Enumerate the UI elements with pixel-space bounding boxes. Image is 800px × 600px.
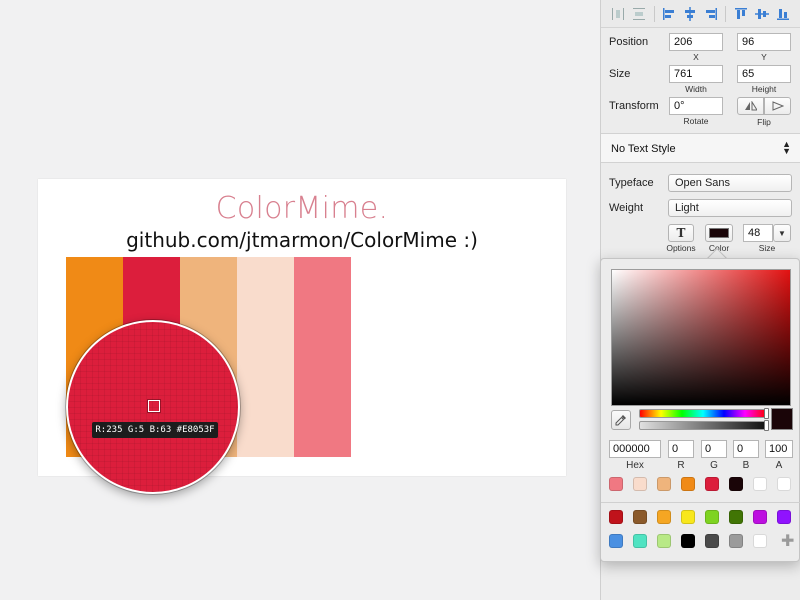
color-preset-chip[interactable]: [705, 477, 719, 491]
artboard-title-text[interactable]: ColorMime.: [38, 191, 566, 226]
hue-slider[interactable]: [639, 409, 767, 418]
flip-vertical-icon: [772, 101, 784, 111]
flip-horizontal-button[interactable]: [737, 97, 764, 115]
green-input[interactable]: 0: [701, 440, 727, 458]
color-preset-chip[interactable]: [705, 534, 719, 548]
position-x-input[interactable]: 206: [669, 33, 723, 51]
flip-caption: Flip: [757, 117, 771, 127]
blue-caption: B: [742, 460, 750, 471]
rotate-input[interactable]: 0°: [669, 97, 723, 115]
position-x-caption: X: [693, 52, 699, 62]
alpha-caption: A: [775, 460, 783, 471]
color-preset-chip[interactable]: [657, 534, 671, 548]
width-caption: Width: [685, 84, 707, 94]
font-size-dropdown-button[interactable]: ▼: [773, 224, 791, 242]
color-preset-chip[interactable]: [729, 534, 743, 548]
rotate-caption: Rotate: [683, 116, 709, 126]
preset-divider: [601, 502, 800, 503]
hex-caption: Hex: [626, 460, 644, 471]
alpha-slider[interactable]: [639, 421, 767, 430]
color-preset-chip[interactable]: [753, 510, 767, 524]
height-input[interactable]: 65: [737, 65, 791, 83]
color-preset-chip[interactable]: [633, 534, 647, 548]
saturation-brightness-field[interactable]: [611, 269, 791, 406]
current-color-preview: [771, 408, 793, 430]
blue-input[interactable]: 0: [733, 440, 759, 458]
text-options-icon: T: [676, 226, 686, 240]
typeface-select[interactable]: Open Sans: [668, 174, 792, 192]
color-magnifier-loupe: R:235 G:5 B:63 #E8053F: [66, 320, 240, 494]
align-center-horizontal-icon[interactable]: [681, 4, 700, 24]
weight-label: Weight: [609, 202, 644, 214]
typeface-label: Typeface: [609, 177, 654, 189]
artboard-subtitle-text[interactable]: github.com/jtmarmon/ColorMime :): [38, 228, 566, 252]
eyedropper-icon: [615, 415, 626, 426]
distribute-vertical-icon[interactable]: [630, 4, 649, 24]
color-preset-chip[interactable]: [681, 534, 695, 548]
text-style-dropdown[interactable]: No Text Style ▲ ▼: [601, 133, 800, 163]
options-caption: Options: [666, 243, 696, 253]
color-preset-chip[interactable]: [633, 477, 647, 491]
green-caption: G: [710, 460, 718, 471]
color-preset-chip[interactable]: [633, 510, 647, 524]
swatch-pink[interactable]: [294, 257, 351, 457]
color-picker-popover: 000000 0 0 0 100 Hex R G B A ✚: [600, 258, 800, 562]
red-caption: R: [677, 460, 685, 471]
width-input[interactable]: 761: [669, 65, 723, 83]
hex-input[interactable]: 000000: [609, 440, 661, 458]
position-y-input[interactable]: 96: [737, 33, 791, 51]
color-preset-chip[interactable]: [609, 534, 623, 548]
text-color-well[interactable]: [705, 224, 733, 242]
add-color-icon[interactable]: ✚: [781, 534, 794, 550]
color-preset-chip[interactable]: [681, 477, 695, 491]
color-preset-chip[interactable]: [729, 477, 743, 491]
alpha-input[interactable]: 100: [765, 440, 793, 458]
transform-label: Transform: [609, 100, 659, 112]
align-right-icon[interactable]: [701, 4, 720, 24]
chevron-down-icon: ▼: [778, 228, 786, 238]
flip-vertical-button[interactable]: [764, 97, 791, 115]
text-style-value: No Text Style: [611, 143, 676, 155]
color-preset-chip[interactable]: [753, 477, 767, 491]
color-preset-chip[interactable]: [777, 477, 791, 491]
pixel-target-square: [148, 400, 160, 412]
font-size-input[interactable]: 48: [743, 224, 773, 242]
align-top-icon[interactable]: [731, 4, 750, 24]
alignment-toolbar: [601, 0, 800, 28]
dropdown-stepper-icon: ▲ ▼: [782, 139, 791, 156]
align-middle-vertical-icon[interactable]: [752, 4, 771, 24]
toolbar-divider: [653, 5, 655, 22]
flip-horizontal-icon: [744, 101, 757, 111]
color-preset-chip[interactable]: [657, 510, 671, 524]
distribute-horizontal-icon[interactable]: [609, 4, 628, 24]
color-readout: R:235 G:5 B:63 #E8053F: [92, 422, 218, 438]
position-y-caption: Y: [761, 52, 767, 62]
align-bottom-icon[interactable]: [773, 4, 792, 24]
align-left-icon[interactable]: [660, 4, 679, 24]
color-preset-chip[interactable]: [681, 510, 695, 524]
color-preset-chip[interactable]: [777, 510, 791, 524]
size-label: Size: [609, 68, 631, 80]
red-input[interactable]: 0: [668, 440, 694, 458]
eyedropper-button[interactable]: [611, 410, 631, 430]
hue-slider-handle[interactable]: [764, 408, 769, 419]
swatch-light-peach[interactable]: [237, 257, 294, 457]
alpha-slider-handle[interactable]: [764, 420, 769, 431]
color-preset-chip[interactable]: [729, 510, 743, 524]
color-preset-chip[interactable]: [609, 510, 623, 524]
color-preset-chip[interactable]: [753, 534, 767, 548]
text-options-button[interactable]: T: [668, 224, 694, 242]
color-preset-chip[interactable]: [609, 477, 623, 491]
size-caption: Size: [758, 243, 776, 253]
color-preset-chip[interactable]: [705, 510, 719, 524]
text-color-swatch: [709, 228, 729, 238]
height-caption: Height: [751, 84, 777, 94]
position-label: Position: [609, 36, 649, 48]
canvas[interactable]: ColorMime. github.com/jtmarmon/ColorMime…: [0, 0, 600, 600]
weight-select[interactable]: Light: [668, 199, 792, 217]
color-preset-chip[interactable]: [657, 477, 671, 491]
toolbar-divider: [725, 5, 727, 22]
